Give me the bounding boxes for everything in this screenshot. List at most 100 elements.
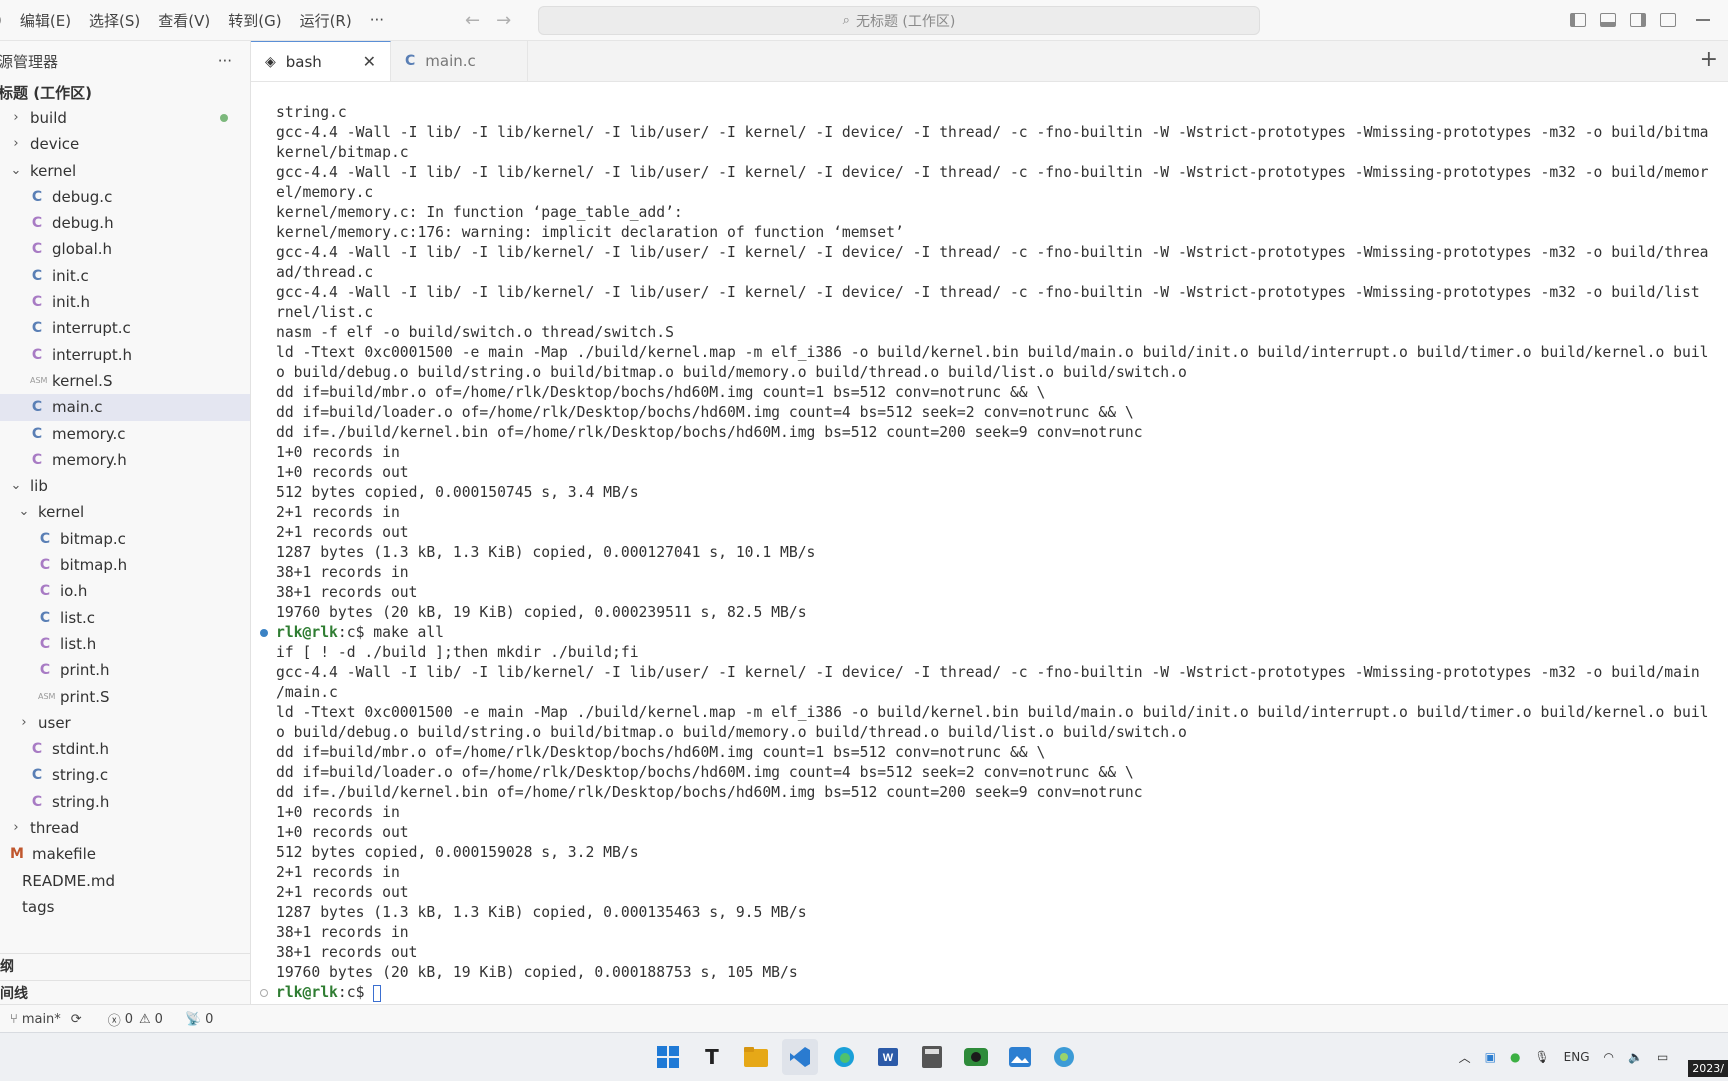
- explorer-more-button[interactable]: ···: [218, 52, 232, 70]
- sync-icon[interactable]: ⟳: [71, 1012, 82, 1027]
- chevron-up-icon[interactable]: ︿: [1459, 1049, 1471, 1066]
- tree-file[interactable]: ASM kernel.S: [0, 368, 250, 394]
- ports-indicator[interactable]: 📡 0: [185, 1012, 213, 1027]
- tree-file[interactable]: Cstring.h: [0, 789, 250, 815]
- typora-icon[interactable]: T: [694, 1039, 730, 1075]
- toggle-secondary-sidebar-icon[interactable]: [1630, 13, 1646, 27]
- file-tree: › build › device ⌄ kernel Cdebug.c Cdebug.h Cglo…: [0, 105, 250, 920]
- terminal-line: ad/thread.c: [276, 264, 374, 281]
- tree-file[interactable]: Cinit.h: [0, 289, 250, 315]
- new-terminal-plus-icon[interactable]: +: [1700, 47, 1718, 72]
- terminal-icon: ◈: [265, 53, 276, 70]
- outline-section[interactable]: 纲: [0, 954, 250, 980]
- tree-item-label: string.h: [52, 792, 110, 811]
- tree-item-label: build: [30, 109, 67, 127]
- back-arrow-icon[interactable]: ←: [457, 10, 488, 31]
- volume-icon[interactable]: 🔈: [1628, 1050, 1643, 1064]
- toggle-panel-icon[interactable]: [1600, 13, 1616, 27]
- tree-file[interactable]: Mmakefile: [0, 841, 250, 867]
- language-indicator[interactable]: ENG: [1564, 1050, 1590, 1064]
- clock[interactable]: 2023/: [1688, 1060, 1728, 1077]
- customize-layout-icon[interactable]: [1660, 13, 1676, 27]
- menu-go[interactable]: 转到(G): [219, 10, 290, 31]
- wechat-tray-icon[interactable]: ●: [1510, 1050, 1520, 1064]
- forward-arrow-icon[interactable]: →: [488, 10, 519, 31]
- tree-file[interactable]: Cmemory.h: [0, 447, 250, 473]
- tree-folder[interactable]: › user: [0, 710, 250, 736]
- workspace-title[interactable]: 标题 (工作区): [0, 81, 250, 105]
- tree-file[interactable]: Cio.h: [0, 578, 250, 604]
- wifi-icon[interactable]: ◠: [1604, 1050, 1614, 1064]
- tree-file[interactable]: Cstdint.h: [0, 736, 250, 762]
- tree-file[interactable]: Cstring.c: [0, 762, 250, 788]
- tree-file[interactable]: Cmain.c: [0, 394, 250, 421]
- file-explorer-icon[interactable]: [738, 1039, 774, 1075]
- problems-indicator[interactable]: ⓧ 0 ⚠ 0: [108, 1010, 163, 1029]
- tree-file[interactable]: Cglobal.h: [0, 236, 250, 262]
- makefile-icon: M: [10, 846, 24, 863]
- tree-file[interactable]: Clist.h: [0, 631, 250, 657]
- tree-folder[interactable]: ⌄ kernel: [0, 499, 250, 525]
- tree-file[interactable]: Cbitmap.c: [0, 526, 250, 552]
- tab-bash[interactable]: ◈ bash ✕: [251, 41, 391, 81]
- tree-folder[interactable]: › device: [0, 131, 250, 157]
- tab-main-c[interactable]: C main.c: [391, 41, 528, 81]
- terminal-line: gcc-4.4 -Wall -I lib/ -I lib/kernel/ -I …: [276, 124, 1709, 141]
- tree-file[interactable]: ≡tags: [0, 894, 250, 920]
- tree-file[interactable]: ⓘREADME.md: [0, 868, 250, 894]
- tree-item-label: interrupt.h: [52, 345, 133, 364]
- c-file-icon: C: [405, 53, 416, 69]
- tree-file[interactable]: Cdebug.c: [0, 184, 250, 210]
- tree-folder[interactable]: › thread: [0, 815, 250, 841]
- tree-file[interactable]: Cinit.c: [0, 263, 250, 289]
- close-icon[interactable]: ✕: [363, 52, 376, 71]
- terminal-panel[interactable]: string.c gcc-4.4 -Wall -I lib/ -I lib/ker…: [251, 82, 1728, 1004]
- photos-tray-icon[interactable]: ▣: [1485, 1050, 1496, 1064]
- photos-icon[interactable]: [1002, 1039, 1038, 1075]
- menu-more[interactable]: ···: [361, 11, 393, 29]
- start-windows-icon[interactable]: [650, 1039, 686, 1075]
- explorer-sidebar: 源管理器 ··· 标题 (工作区) › build › device ⌄ kernel Cd…: [0, 41, 251, 1032]
- tree-folder[interactable]: ⌄ kernel: [0, 158, 250, 184]
- chevron-down-icon: ⌄: [10, 162, 22, 178]
- minimize-icon[interactable]: [1696, 19, 1710, 21]
- tree-file[interactable]: Clist.c: [0, 605, 250, 631]
- xbox-game-icon[interactable]: [958, 1039, 994, 1075]
- microphone-icon[interactable]: 🎙: [1534, 1050, 1549, 1064]
- toggle-primary-sidebar-icon[interactable]: [1570, 13, 1586, 27]
- tree-folder[interactable]: ⌄ lib: [0, 473, 250, 499]
- tree-file[interactable]: Cbitmap.h: [0, 552, 250, 578]
- taskbar-apps: T W: [650, 1039, 1082, 1075]
- tree-file[interactable]: Cdebug.h: [0, 210, 250, 236]
- vscode-icon[interactable]: [782, 1039, 818, 1075]
- command-center-search[interactable]: ⌕ 无标题 (工作区): [538, 6, 1260, 35]
- terminal-cursor[interactable]: [373, 984, 382, 1002]
- tree-folder[interactable]: › build: [0, 105, 250, 131]
- tree-item-label: global.h: [52, 240, 113, 259]
- terminal-command: :c$ make all: [337, 624, 445, 641]
- menu-view[interactable]: 查看(V): [149, 10, 219, 31]
- terminal-line: 19760 bytes (20 kB, 19 KiB) copied, 0.00…: [276, 964, 798, 981]
- edge-browser-icon[interactable]: [826, 1039, 862, 1075]
- header-file-icon: C: [39, 662, 51, 679]
- terminal-line: 2+1 records out: [276, 884, 409, 901]
- tree-file[interactable]: Cinterrupt.h: [0, 342, 250, 368]
- terminal-line: 2+1 records in: [276, 864, 400, 881]
- calculator-icon[interactable]: [914, 1039, 950, 1075]
- tree-file[interactable]: Cmemory.c: [0, 421, 250, 447]
- word-icon[interactable]: W: [870, 1039, 906, 1075]
- timeline-section[interactable]: 间线: [0, 980, 250, 1007]
- network-app-icon[interactable]: [1046, 1039, 1082, 1075]
- menu-edit[interactable]: 编辑(E): [11, 10, 80, 31]
- menu-selection[interactable]: 选择(S): [80, 10, 149, 31]
- chevron-right-icon: ›: [13, 110, 19, 125]
- battery-icon[interactable]: ▭: [1657, 1050, 1668, 1064]
- branch-indicator[interactable]: ⑂ main*: [10, 1012, 61, 1027]
- tree-file[interactable]: Cprint.h: [0, 657, 250, 683]
- tree-item-label: tags: [22, 897, 55, 916]
- tree-file[interactable]: Cinterrupt.c: [0, 315, 250, 341]
- header-file-icon: C: [31, 346, 43, 363]
- menu-run[interactable]: 运行(R): [291, 10, 361, 31]
- tree-file[interactable]: ASM print.S: [0, 684, 250, 710]
- error-icon: ⓧ: [107, 1013, 121, 1029]
